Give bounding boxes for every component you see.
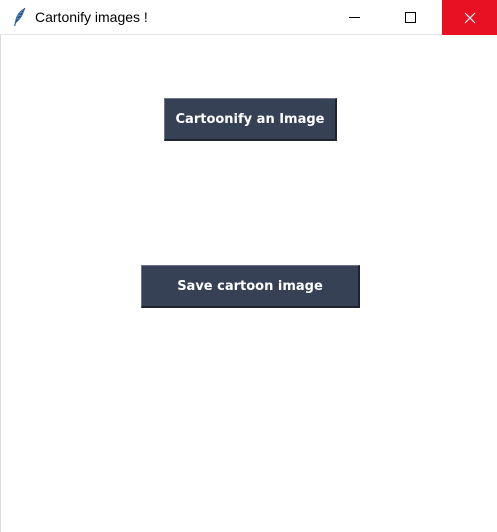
minimize-button[interactable] <box>327 0 382 35</box>
app-window: Cartonify images ! Cartoonify an Image S… <box>0 0 497 532</box>
main-area: Cartoonify an Image Save cartoon image <box>0 35 497 532</box>
window-title: Cartonify images ! <box>35 9 148 25</box>
maximize-icon <box>405 12 416 23</box>
close-button[interactable] <box>442 0 497 35</box>
cartoonify-button[interactable]: Cartoonify an Image <box>164 98 337 141</box>
save-cartoon-button[interactable]: Save cartoon image <box>141 265 360 308</box>
maximize-button[interactable] <box>383 0 438 35</box>
minimize-icon <box>349 17 360 18</box>
title-bar[interactable]: Cartonify images ! <box>0 0 497 35</box>
feather-icon <box>14 7 26 27</box>
close-icon <box>464 12 475 23</box>
